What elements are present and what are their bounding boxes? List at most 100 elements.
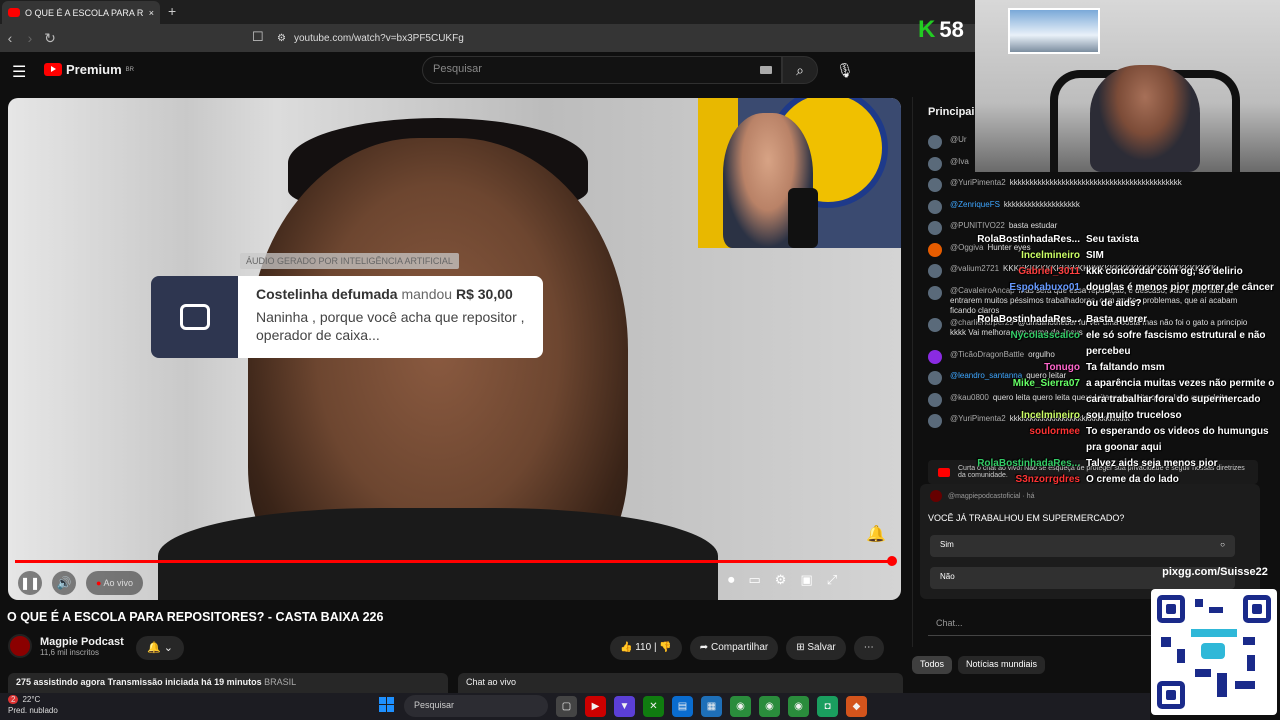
search-button[interactable]: ⌕ [782,56,818,84]
chat-live-tab[interactable]: Chat ao vivo [458,673,903,693]
chat-author[interactable]: @PUNITIVO22 [950,221,1005,230]
menu-icon[interactable]: ☰ [12,62,26,82]
overlay-chat-name: Tonugo [1044,362,1080,373]
poll-option-sim[interactable]: Sim ○ [930,535,1235,557]
chip-todos[interactable]: Todos [912,656,953,674]
video-player[interactable]: ÁUDIO GERADO POR INTELIGÊNCIA ARTIFICIAL… [8,98,901,600]
theater-mode-icon[interactable]: ▣ [800,572,812,588]
weather-desc: Pred. nublado [8,706,58,715]
chip-noticias[interactable]: Notícias mundiais [958,656,1046,674]
logo-text: Premium [66,62,122,77]
notification-button[interactable]: 🔔 ⌄ [136,636,184,660]
overlay-chat-name: Mike_Sierra07 [1012,378,1080,389]
tab-close-icon[interactable]: × [149,8,154,18]
overlay-chat-text: sou muito truceloso [1086,410,1182,421]
overlay-chat-text: SIM [1086,250,1104,261]
volume-icon[interactable]: 🔊 [52,571,76,595]
notification-bell-icon: 🔔 [866,526,886,543]
live-badge[interactable]: Ao vivo [86,571,143,595]
discord-icon[interactable]: ◘ [817,696,838,717]
donation-amount: R$ 30,00 [455,286,513,302]
chat-author[interactable]: @Ur [950,135,967,144]
save-button[interactable]: ⊞ Salvar [786,636,846,660]
search-input[interactable]: Pesquisar [422,56,782,84]
weather-widget[interactable]: 2 22°C Pred. nublado [8,694,58,716]
overlay-chat-line: soulormee To esperando os videos do humun… [975,424,1275,456]
pix-url: pixgg.com/Suisse22 [1162,566,1268,578]
poll-author-name: @magpiepodcastoficial · há [948,492,1035,500]
windows-start-icon[interactable] [379,697,394,712]
share-button[interactable]: ➦ Compartilhar [689,636,779,660]
overlay-chat-text: douglas é menos pior morrer de câncer ou… [1086,282,1274,309]
reload-icon[interactable]: ↻ [40,30,60,47]
poll-option-label: Sim [940,540,954,549]
avatar [930,490,942,502]
chat-mode-selector[interactable]: Principais [928,106,981,118]
avatar [928,199,942,214]
avatar [928,317,942,332]
browser-tab[interactable]: O QUE É A ESCOLA PARA RE × [2,1,160,24]
taskbar-apps: ▢ ▶ ▼ ✕ ▤ ▦ ◉ ◉ ◉ ◘ ◆ [556,696,867,717]
avatar [928,285,942,300]
overlay-chat-name: Gabriel_3011 [1018,266,1080,277]
save-label: Salvar [807,642,836,653]
calculator-icon[interactable]: ▤ [672,696,693,717]
back-icon[interactable]: ‹ [0,30,20,46]
chat-author[interactable]: @Iva [950,157,969,166]
youtube-logo[interactable]: Premium BR [44,62,134,77]
share-label: Compartilhar [710,642,769,653]
brave-icon[interactable]: ◆ [846,696,867,717]
task-view-icon[interactable]: ▢ [556,696,577,717]
overlay-chat-name: RolaBostinhadaRes... [977,458,1080,469]
pause-button[interactable]: ❚❚ [18,571,42,595]
overlay-chat-line: Incelmineiro sou muito truceloso [975,408,1275,424]
video-description-header[interactable]: 275 assistindo agora Transmissão iniciad… [8,673,448,693]
radio-icon: ○ [1220,540,1225,549]
chat-author[interactable]: @YuriPimenta2 [950,178,1006,187]
progress-bar[interactable] [15,560,893,563]
overlay-chat-line: RolaBostinhadaRes... Talvez aids seja men… [975,456,1275,472]
chrome-profile-icon[interactable]: ◉ [759,696,780,717]
settings-icon[interactable]: ⚙ [775,572,787,588]
keyboard-icon[interactable] [760,66,772,74]
chat-message: @YuriPimenta2 kkkkkkkkkkkkkkkkkkkkkkkkkkk… [928,178,1248,200]
overlay-chat-text: O creme da do lado [1086,474,1179,485]
url-field[interactable]: ⚙ youtube.com/watch?v=bx3PF5CUKFg [277,28,917,48]
channel-name[interactable]: Magpie Podcast [40,636,124,648]
subscriber-count: 11,6 mil inscritos [40,647,99,657]
overlay-chat-name: soulormee [1029,426,1080,437]
chat-input[interactable]: Chat... [928,612,1153,636]
chrome-app-icon[interactable]: ◉ [788,696,809,717]
donation-body: Costelinha defumada mandou R$ 30,00 Nani… [238,276,543,358]
chrome-icon[interactable]: ◉ [730,696,751,717]
subtitles-icon[interactable]: ▭ [749,572,761,588]
store-icon[interactable]: ▦ [701,696,722,717]
bookmark-icon[interactable]: ☐ [252,29,264,45]
like-count: 110 [635,642,652,653]
progress-scrubber[interactable] [887,556,897,566]
forward-icon[interactable]: › [20,30,40,46]
overlay-chat-text: Seu taxista [1086,234,1139,245]
viewer-count: 58 [939,17,964,42]
site-settings-icon[interactable]: ⚙ [277,33,286,44]
xbox-icon[interactable]: ✕ [643,696,664,717]
overlay-chat-line: Tonugo Ta faltando msm [975,360,1275,376]
autoplay-icon[interactable]: ⏺ [728,572,735,588]
fullscreen-icon[interactable]: ⤢ [827,572,837,588]
overlay-chat-name: S3nzorrgdres [1015,474,1080,485]
search-icon: ⌕ [796,62,804,78]
youtube-app-icon[interactable]: ▶ [585,696,606,717]
like-button[interactable]: 👍 110 | 👎 [610,636,682,660]
kick-icon: K [918,16,936,43]
proton-vpn-icon[interactable]: ▼ [614,696,635,717]
mic-button[interactable]: 🎙 [830,56,860,84]
chat-author[interactable]: @ZenriqueFS [950,200,1000,209]
channel-avatar[interactable] [8,634,32,658]
logo-region: BR [125,66,134,73]
avatar [928,135,942,149]
overlay-chat-text: a aparência muitas vezes não permite o c… [1086,378,1275,405]
new-tab-button[interactable]: + [168,3,182,19]
taskbar-search[interactable]: Pesquisar [404,695,548,717]
more-actions-button[interactable]: ⋯ [853,636,884,660]
thumbs-down-icon[interactable]: 👎 [659,642,671,653]
